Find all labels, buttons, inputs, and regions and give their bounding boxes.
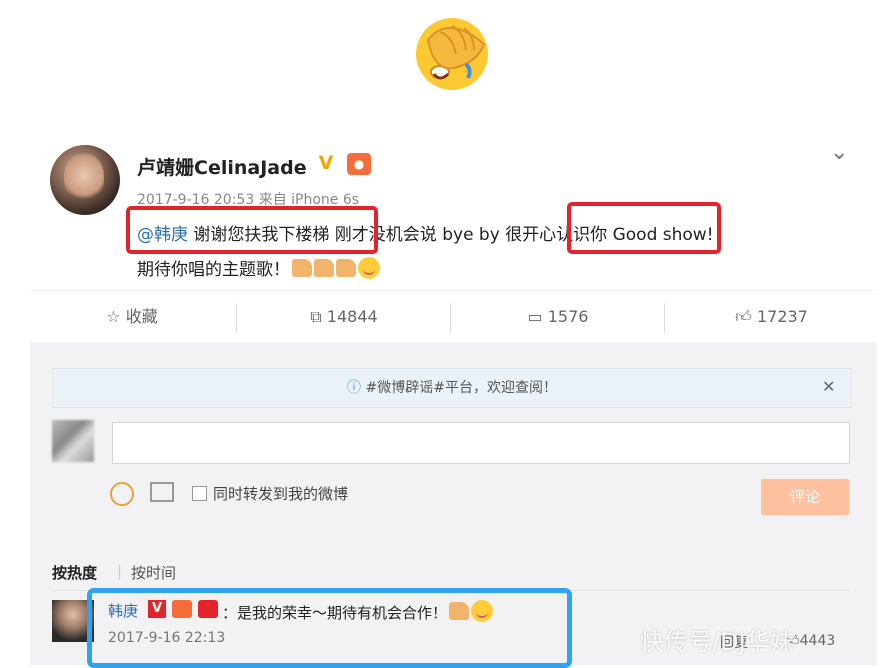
highlight-box-red <box>567 202 721 254</box>
verified-v-icon: V <box>318 152 334 174</box>
favorite-label: 收藏 <box>125 307 158 326</box>
post-text-segment: 期待你唱的主题歌！ <box>137 260 290 280</box>
like-button[interactable]: 👍︎ 17237 <box>666 291 877 343</box>
repost-button[interactable]: ⧉ 14844 <box>238 291 450 343</box>
info-icon: ⓘ <box>347 380 362 396</box>
submit-comment-button[interactable]: 评论 <box>761 479 849 515</box>
current-user-avatar <box>52 420 94 462</box>
smile-icon[interactable] <box>110 482 134 506</box>
medal-icon: ● <box>347 153 371 175</box>
author-name[interactable]: 卢靖姗CelinaJade <box>137 153 307 180</box>
favorite-button[interactable]: ☆ 收藏 <box>30 291 234 343</box>
author-avatar[interactable] <box>50 145 120 215</box>
comment-button[interactable]: ▭ 1576 <box>452 291 664 343</box>
notice-banner: ⓘ #微博辟谣#平台，欢迎查阅！ <box>52 368 852 408</box>
comment-input[interactable] <box>112 422 850 464</box>
close-icon[interactable]: ✕ <box>822 377 835 396</box>
like-count: 17237 <box>756 307 808 326</box>
face-palm-emoji <box>416 18 488 90</box>
repost-checkbox-label: 同时转发到我的微博 <box>213 485 349 503</box>
repost-count: 14844 <box>326 307 378 326</box>
chevron-down-icon[interactable]: ⌄ <box>830 140 848 165</box>
notice-text[interactable]: #微博辟谣#平台，欢迎查阅！ <box>365 380 556 396</box>
comment-count: 1576 <box>547 307 589 326</box>
sort-by-hot-tab[interactable]: 按热度 <box>52 562 97 583</box>
repost-checkbox[interactable] <box>192 486 207 501</box>
repost-icon: ⧉ <box>310 307 322 326</box>
watermark: 快传号/DJ华妹 <box>640 628 794 656</box>
sort-by-time-tab[interactable]: 按时间 <box>131 562 176 583</box>
thumbs-up-emoji <box>336 259 356 277</box>
comment-icon: ▭ <box>527 307 543 326</box>
sort-separator: | <box>117 562 123 580</box>
like-icon: 👍︎ <box>735 307 752 326</box>
star-icon: ☆ <box>106 307 121 326</box>
highlight-box-red <box>126 206 378 254</box>
thumbs-up-emoji <box>292 259 312 277</box>
post-text-line-2: 期待你唱的主题歌！ <box>137 255 380 280</box>
action-bar: ☆ 收藏 ⧉ 14844 ▭ 1576 👍︎ 17237 <box>30 290 877 344</box>
highlight-box-blue <box>87 588 572 668</box>
thumbs-up-emoji <box>314 259 334 277</box>
grin-emoji <box>358 257 380 279</box>
image-icon[interactable] <box>150 482 174 502</box>
